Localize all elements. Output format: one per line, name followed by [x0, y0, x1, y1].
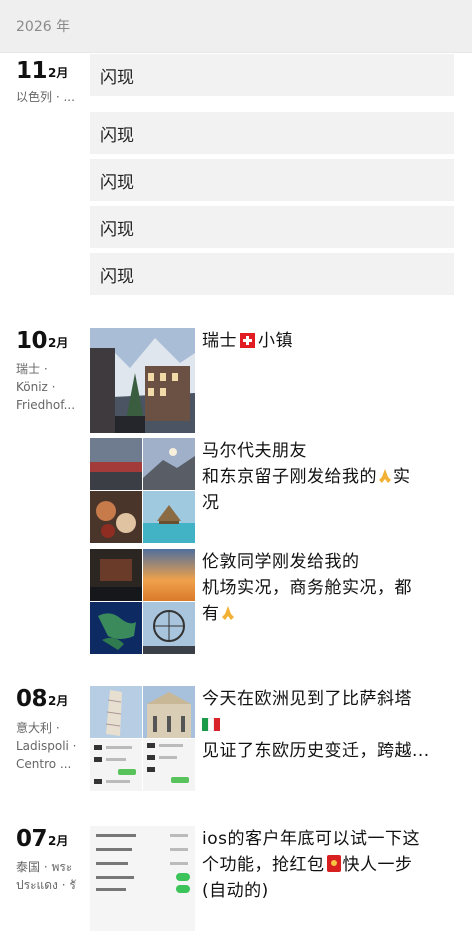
day-number: 08: [16, 686, 48, 712]
month-label: 2月: [48, 694, 69, 708]
folded-hands-icon: [379, 469, 391, 483]
date-section-07: 072月 泰国 · พระ ประแดง · รั ios的客户年底可以试一下这…: [0, 826, 472, 931]
day-number: 11: [16, 58, 48, 84]
flash-label: 闪现: [100, 125, 134, 146]
location-line: Friedhof...: [16, 398, 76, 412]
post-text-part: 小镇: [258, 331, 293, 351]
post-photo-grid-pisa[interactable]: [90, 686, 195, 791]
swiss-flag-icon: [240, 333, 255, 348]
post-text-line: 今天在欧洲见到了比萨斜塔: [202, 689, 412, 709]
photo-tile: [90, 686, 142, 738]
photo-tile: [90, 739, 142, 791]
date-label: 102月: [16, 328, 68, 354]
post-text-line: 马尔代夫朋友: [202, 441, 307, 461]
flash-post[interactable]: 闪现: [90, 253, 454, 295]
location-line: 泰国 · พระ: [16, 860, 73, 874]
photo-tile: [90, 602, 142, 654]
flash-post[interactable]: 闪现: [90, 206, 454, 248]
photo-tile: [143, 602, 195, 654]
location-line: 以色列 · ...: [16, 90, 75, 104]
location-line: Ladispoli ·: [16, 739, 77, 753]
year-header: 2026 年: [0, 0, 472, 53]
location-line: 意大利 ·: [16, 721, 60, 735]
location-line: ประแดง · รั: [16, 878, 76, 892]
day-number: 07: [16, 826, 48, 852]
post-photo-settings-screenshot[interactable]: [90, 826, 195, 931]
day-number: 10: [16, 328, 48, 354]
month-label: 2月: [48, 336, 69, 350]
location: 以色列 · ...: [16, 88, 86, 106]
red-envelope-icon: [326, 855, 341, 872]
flash-post[interactable]: 闪现: [90, 112, 454, 154]
date-section-10: 102月 瑞士 · Köniz · Friedhof... 瑞士 小镇 马尔代夫…: [0, 328, 472, 658]
location: 泰国 · พระ ประแดง · รั: [16, 858, 86, 894]
photo-tile: [90, 491, 142, 543]
post-text[interactable]: 瑞士 小镇: [202, 328, 450, 354]
flash-label: 闪现: [100, 67, 134, 88]
post-text[interactable]: 伦敦同学刚发给我的 机场实况，商务舱实况，都 有: [202, 549, 450, 627]
date-label: 082月: [16, 686, 68, 712]
location: 瑞士 · Köniz · Friedhof...: [16, 360, 86, 414]
photo-tile: [90, 438, 142, 490]
photo-tile: [143, 739, 195, 791]
flash-label: 闪现: [100, 219, 134, 240]
photo-tile: [143, 491, 195, 543]
post-text-part: 个功能，抢红包: [202, 855, 325, 875]
month-label: 2月: [48, 66, 69, 80]
post-text-part: 有: [202, 604, 220, 624]
photo-tile: [143, 686, 195, 738]
post-text[interactable]: ios的客户年底可以试一下这 个功能，抢红包 快人一步 (自动的): [202, 826, 450, 904]
photo-tile: [143, 549, 195, 601]
post-photo-swiss-town[interactable]: [90, 328, 195, 433]
location: 意大利 · Ladispoli · Centro ...: [16, 719, 86, 773]
month-label: 2月: [48, 834, 69, 848]
date-label: 072月: [16, 826, 68, 852]
post-text-line: 伦敦同学刚发给我的: [202, 552, 360, 572]
post-text-part: 实: [393, 467, 411, 487]
date-section-11: 112月 以色列 · ... 闪现 闪现 闪现 闪现 闪现: [0, 52, 472, 302]
post-photo-grid-london[interactable]: [90, 549, 195, 654]
photo-tile: [143, 438, 195, 490]
post-text-part: 瑞士: [202, 331, 237, 351]
photo-tile: [90, 549, 142, 601]
year-label: 2026 年: [16, 19, 71, 35]
post-text-line: (自动的): [202, 881, 269, 901]
location-line: Köniz ·: [16, 380, 56, 394]
italy-flag-icon: [202, 713, 220, 731]
flash-post[interactable]: 闪现: [90, 159, 454, 201]
flash-post[interactable]: 闪现: [90, 54, 454, 96]
post-text-line: 机场实况，商务舱实况，都: [202, 578, 412, 598]
date-section-08: 082月 意大利 · Ladispoli · Centro ... 今天在欧洲见…: [0, 686, 472, 796]
date-label: 112月: [16, 58, 68, 84]
flash-label: 闪现: [100, 172, 134, 193]
post-text-line: ios的客户年底可以试一下这: [202, 829, 420, 849]
folded-hands-icon: [221, 606, 234, 620]
post-text-line: 况: [202, 493, 220, 513]
flash-label: 闪现: [100, 266, 134, 287]
post-photo-grid-maldives[interactable]: [90, 438, 195, 543]
post-text-part: 快人一步: [342, 855, 413, 875]
post-text[interactable]: 马尔代夫朋友 和东京留子刚发给我的实 况: [202, 438, 450, 516]
post-text[interactable]: 今天在欧洲见到了比萨斜塔 见证了东欧历史变迁，跨越...: [202, 686, 450, 764]
location-line: Centro ...: [16, 757, 72, 771]
post-text-line: 见证了东欧历史变迁，跨越...: [202, 741, 430, 761]
post-text-part: 和东京留子刚发给我的: [202, 467, 377, 487]
location-line: 瑞士 ·: [16, 362, 48, 376]
